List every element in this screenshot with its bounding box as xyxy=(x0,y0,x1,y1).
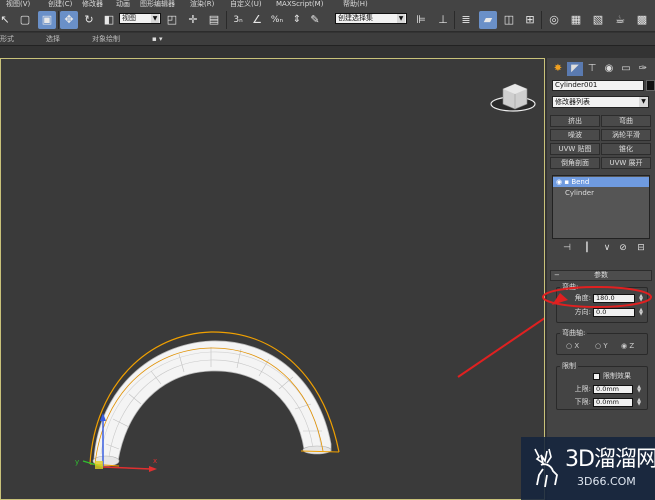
watermark-url: 3D66.COM xyxy=(577,475,636,488)
annotation-arrowhead xyxy=(552,293,568,305)
deer-logo-icon xyxy=(534,448,558,488)
annotation-overlay xyxy=(542,286,652,308)
watermark-title: 3D溜溜网 xyxy=(565,447,655,472)
watermark-badge: 3D溜溜网 3D66.COM xyxy=(521,437,655,500)
